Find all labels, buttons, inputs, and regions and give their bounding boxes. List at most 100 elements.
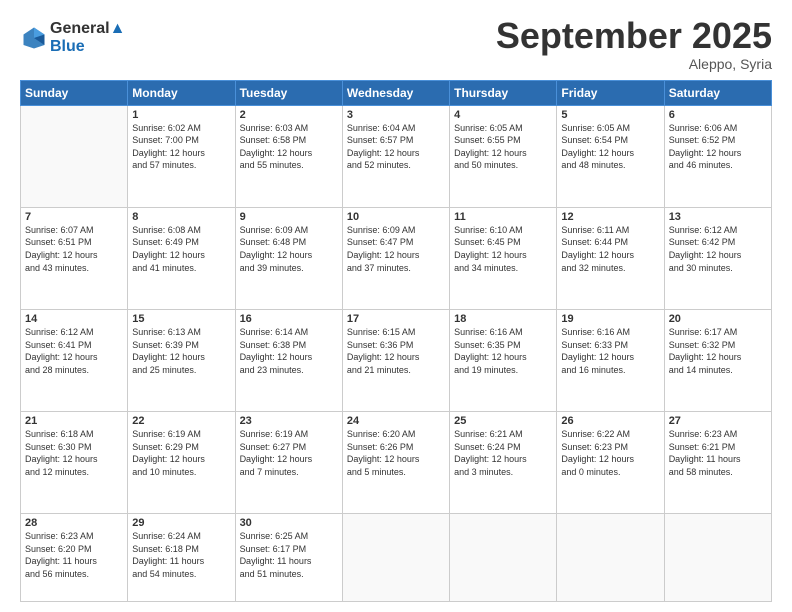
day-number: 16 [240, 313, 338, 325]
day-info: Sunrise: 6:09 AM Sunset: 6:47 PM Dayligh… [347, 224, 445, 274]
table-row: 18Sunrise: 6:16 AM Sunset: 6:35 PM Dayli… [450, 309, 557, 411]
table-row [557, 514, 664, 602]
day-number: 14 [25, 313, 123, 325]
table-row: 10Sunrise: 6:09 AM Sunset: 6:47 PM Dayli… [342, 207, 449, 309]
col-thursday: Thursday [450, 80, 557, 105]
day-number: 29 [132, 517, 230, 529]
table-row: 17Sunrise: 6:15 AM Sunset: 6:36 PM Dayli… [342, 309, 449, 411]
day-number: 4 [454, 109, 552, 121]
day-number: 28 [25, 517, 123, 529]
day-number: 12 [561, 211, 659, 223]
day-number: 11 [454, 211, 552, 223]
table-row: 23Sunrise: 6:19 AM Sunset: 6:27 PM Dayli… [235, 412, 342, 514]
day-number: 19 [561, 313, 659, 325]
day-info: Sunrise: 6:12 AM Sunset: 6:42 PM Dayligh… [669, 224, 767, 274]
day-info: Sunrise: 6:25 AM Sunset: 6:17 PM Dayligh… [240, 530, 338, 580]
col-wednesday: Wednesday [342, 80, 449, 105]
col-tuesday: Tuesday [235, 80, 342, 105]
table-row: 30Sunrise: 6:25 AM Sunset: 6:17 PM Dayli… [235, 514, 342, 602]
day-info: Sunrise: 6:21 AM Sunset: 6:24 PM Dayligh… [454, 428, 552, 478]
day-number: 5 [561, 109, 659, 121]
day-number: 6 [669, 109, 767, 121]
day-info: Sunrise: 6:04 AM Sunset: 6:57 PM Dayligh… [347, 122, 445, 172]
day-number: 9 [240, 211, 338, 223]
table-row [450, 514, 557, 602]
day-info: Sunrise: 6:19 AM Sunset: 6:27 PM Dayligh… [240, 428, 338, 478]
table-row [342, 514, 449, 602]
table-row: 16Sunrise: 6:14 AM Sunset: 6:38 PM Dayli… [235, 309, 342, 411]
table-row: 28Sunrise: 6:23 AM Sunset: 6:20 PM Dayli… [21, 514, 128, 602]
table-row: 14Sunrise: 6:12 AM Sunset: 6:41 PM Dayli… [21, 309, 128, 411]
day-info: Sunrise: 6:14 AM Sunset: 6:38 PM Dayligh… [240, 326, 338, 376]
table-row: 8Sunrise: 6:08 AM Sunset: 6:49 PM Daylig… [128, 207, 235, 309]
table-row: 13Sunrise: 6:12 AM Sunset: 6:42 PM Dayli… [664, 207, 771, 309]
table-row: 11Sunrise: 6:10 AM Sunset: 6:45 PM Dayli… [450, 207, 557, 309]
table-row [664, 514, 771, 602]
table-row: 20Sunrise: 6:17 AM Sunset: 6:32 PM Dayli… [664, 309, 771, 411]
day-number: 3 [347, 109, 445, 121]
day-info: Sunrise: 6:16 AM Sunset: 6:33 PM Dayligh… [561, 326, 659, 376]
table-row: 27Sunrise: 6:23 AM Sunset: 6:21 PM Dayli… [664, 412, 771, 514]
page: General▲ Blue September 2025 Aleppo, Syr… [0, 0, 792, 612]
calendar-header-row: Sunday Monday Tuesday Wednesday Thursday… [21, 80, 772, 105]
table-row: 3Sunrise: 6:04 AM Sunset: 6:57 PM Daylig… [342, 105, 449, 207]
table-row: 24Sunrise: 6:20 AM Sunset: 6:26 PM Dayli… [342, 412, 449, 514]
day-info: Sunrise: 6:08 AM Sunset: 6:49 PM Dayligh… [132, 224, 230, 274]
day-number: 7 [25, 211, 123, 223]
day-number: 21 [25, 415, 123, 427]
day-info: Sunrise: 6:09 AM Sunset: 6:48 PM Dayligh… [240, 224, 338, 274]
day-number: 2 [240, 109, 338, 121]
day-info: Sunrise: 6:23 AM Sunset: 6:20 PM Dayligh… [25, 530, 123, 580]
table-row: 22Sunrise: 6:19 AM Sunset: 6:29 PM Dayli… [128, 412, 235, 514]
col-saturday: Saturday [664, 80, 771, 105]
day-number: 24 [347, 415, 445, 427]
header: General▲ Blue September 2025 Aleppo, Syr… [20, 16, 772, 72]
table-row: 29Sunrise: 6:24 AM Sunset: 6:18 PM Dayli… [128, 514, 235, 602]
day-info: Sunrise: 6:05 AM Sunset: 6:55 PM Dayligh… [454, 122, 552, 172]
location-subtitle: Aleppo, Syria [496, 56, 772, 72]
day-number: 18 [454, 313, 552, 325]
month-title: September 2025 [496, 16, 772, 56]
day-info: Sunrise: 6:15 AM Sunset: 6:36 PM Dayligh… [347, 326, 445, 376]
table-row: 21Sunrise: 6:18 AM Sunset: 6:30 PM Dayli… [21, 412, 128, 514]
table-row: 4Sunrise: 6:05 AM Sunset: 6:55 PM Daylig… [450, 105, 557, 207]
table-row: 12Sunrise: 6:11 AM Sunset: 6:44 PM Dayli… [557, 207, 664, 309]
logo: General▲ Blue [20, 20, 125, 56]
title-area: September 2025 Aleppo, Syria [496, 16, 772, 72]
day-info: Sunrise: 6:23 AM Sunset: 6:21 PM Dayligh… [669, 428, 767, 478]
table-row: 7Sunrise: 6:07 AM Sunset: 6:51 PM Daylig… [21, 207, 128, 309]
col-friday: Friday [557, 80, 664, 105]
logo-text: General▲ Blue [50, 20, 125, 56]
day-number: 26 [561, 415, 659, 427]
day-info: Sunrise: 6:16 AM Sunset: 6:35 PM Dayligh… [454, 326, 552, 376]
calendar-table: Sunday Monday Tuesday Wednesday Thursday… [20, 80, 772, 602]
day-number: 30 [240, 517, 338, 529]
day-number: 27 [669, 415, 767, 427]
day-info: Sunrise: 6:19 AM Sunset: 6:29 PM Dayligh… [132, 428, 230, 478]
day-number: 20 [669, 313, 767, 325]
col-sunday: Sunday [21, 80, 128, 105]
day-info: Sunrise: 6:05 AM Sunset: 6:54 PM Dayligh… [561, 122, 659, 172]
table-row: 15Sunrise: 6:13 AM Sunset: 6:39 PM Dayli… [128, 309, 235, 411]
day-info: Sunrise: 6:06 AM Sunset: 6:52 PM Dayligh… [669, 122, 767, 172]
col-monday: Monday [128, 80, 235, 105]
day-info: Sunrise: 6:12 AM Sunset: 6:41 PM Dayligh… [25, 326, 123, 376]
table-row: 2Sunrise: 6:03 AM Sunset: 6:58 PM Daylig… [235, 105, 342, 207]
day-info: Sunrise: 6:18 AM Sunset: 6:30 PM Dayligh… [25, 428, 123, 478]
day-info: Sunrise: 6:10 AM Sunset: 6:45 PM Dayligh… [454, 224, 552, 274]
table-row: 1Sunrise: 6:02 AM Sunset: 7:00 PM Daylig… [128, 105, 235, 207]
day-number: 15 [132, 313, 230, 325]
day-info: Sunrise: 6:24 AM Sunset: 6:18 PM Dayligh… [132, 530, 230, 580]
table-row: 5Sunrise: 6:05 AM Sunset: 6:54 PM Daylig… [557, 105, 664, 207]
table-row: 9Sunrise: 6:09 AM Sunset: 6:48 PM Daylig… [235, 207, 342, 309]
day-info: Sunrise: 6:11 AM Sunset: 6:44 PM Dayligh… [561, 224, 659, 274]
day-number: 1 [132, 109, 230, 121]
day-info: Sunrise: 6:03 AM Sunset: 6:58 PM Dayligh… [240, 122, 338, 172]
day-number: 10 [347, 211, 445, 223]
day-info: Sunrise: 6:22 AM Sunset: 6:23 PM Dayligh… [561, 428, 659, 478]
table-row: 19Sunrise: 6:16 AM Sunset: 6:33 PM Dayli… [557, 309, 664, 411]
day-info: Sunrise: 6:13 AM Sunset: 6:39 PM Dayligh… [132, 326, 230, 376]
day-number: 13 [669, 211, 767, 223]
day-info: Sunrise: 6:02 AM Sunset: 7:00 PM Dayligh… [132, 122, 230, 172]
day-number: 8 [132, 211, 230, 223]
